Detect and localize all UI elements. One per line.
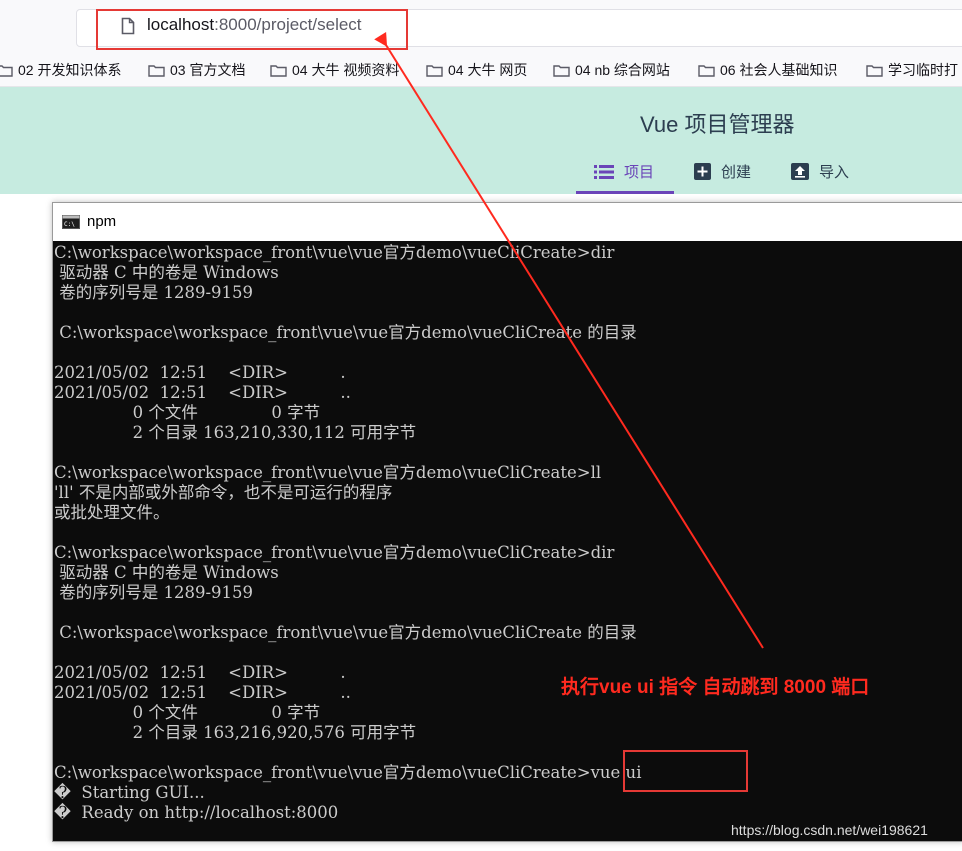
- annotation-arrow: [374, 31, 764, 649]
- watermark: https://blog.csdn.net/wei198621: [731, 822, 928, 838]
- annotation-text: 执行vue ui 指令 自动跳到 8000 端口: [561, 677, 870, 698]
